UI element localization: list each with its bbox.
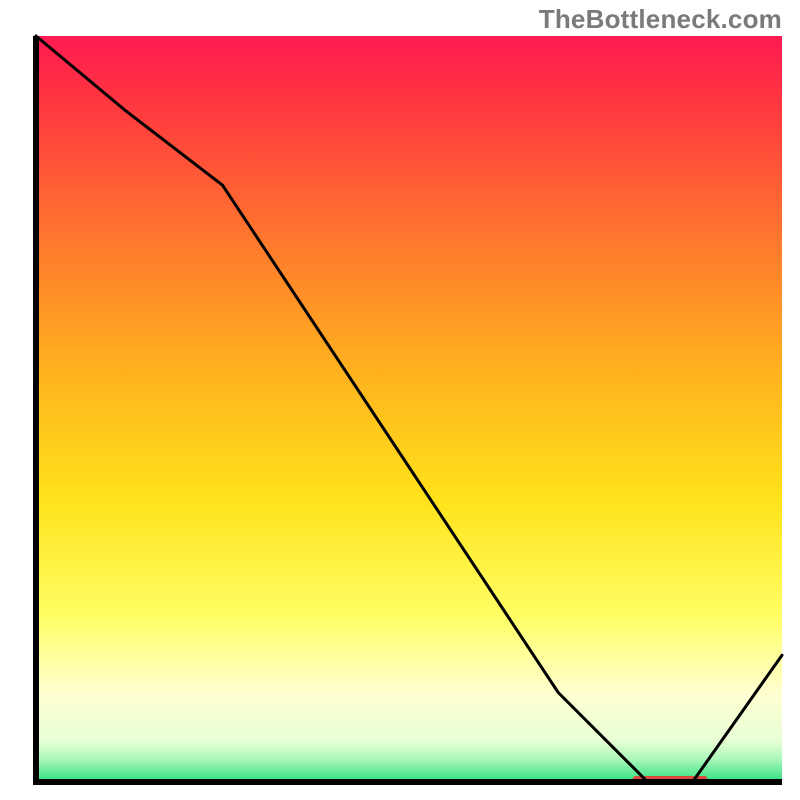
bottleneck-chart [0, 0, 800, 800]
plot-background [36, 36, 782, 782]
chart-container: TheBottleneck.com [0, 0, 800, 800]
watermark-text: TheBottleneck.com [539, 4, 782, 35]
